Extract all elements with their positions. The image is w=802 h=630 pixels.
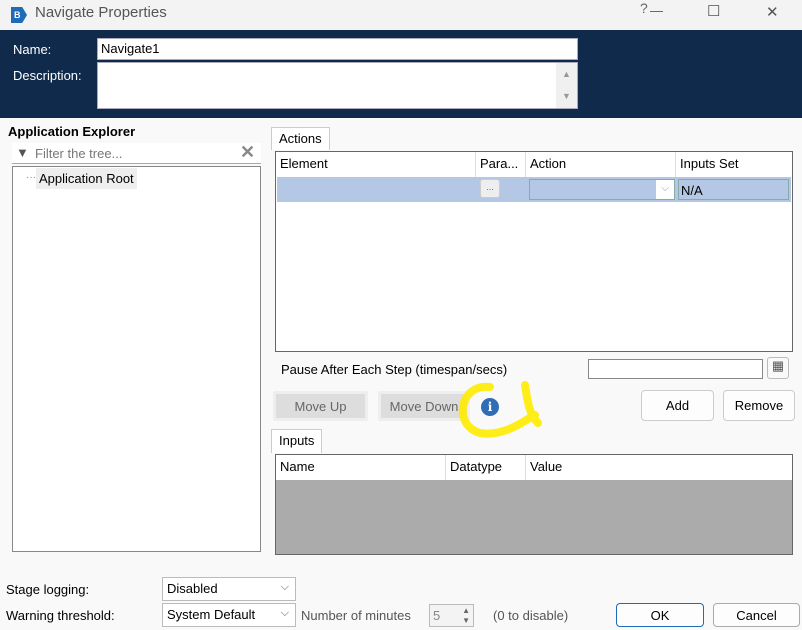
pause-input[interactable] [588, 359, 763, 379]
column-header-element[interactable]: Element [276, 152, 476, 177]
description-label: Description: [13, 68, 82, 83]
help-button[interactable]: ? [640, 0, 648, 16]
cancel-button[interactable]: Cancel [713, 603, 800, 627]
warning-threshold-label: Warning threshold: [6, 608, 115, 623]
chevron-down-icon: ⌵ [280, 581, 289, 593]
column-header-value[interactable]: Value [526, 455, 792, 480]
stage-logging-value: Disabled [167, 581, 218, 596]
column-header-action[interactable]: Action [526, 152, 676, 177]
window-title: Navigate Properties [35, 4, 167, 21]
calculator-icon[interactable]: ▦ [767, 357, 789, 379]
filter-icon: ▼ [16, 145, 29, 160]
maximize-button[interactable]: ☐ [707, 2, 720, 20]
column-header-name[interactable]: Name [276, 455, 446, 480]
tab-actions[interactable]: Actions [271, 127, 330, 150]
remove-button[interactable]: Remove [723, 390, 795, 421]
minutes-label: Number of minutes [301, 608, 411, 623]
params-button[interactable]: ... [480, 179, 500, 198]
application-tree[interactable]: ···· Application Root [12, 166, 261, 552]
minutes-value: 5 [433, 608, 441, 623]
header-panel: Name: Navigate1 Description: ▲ ▼ [0, 30, 802, 118]
explorer-title: Application Explorer [8, 124, 136, 139]
action-select[interactable] [529, 179, 675, 200]
tab-inputs[interactable]: Inputs [271, 429, 323, 453]
title-bar: B Navigate Properties ? — ☐ ✕ [0, 0, 802, 30]
filter-box[interactable]: ▼ Filter the tree... ✕ [12, 142, 261, 164]
column-header-datatype[interactable]: Datatype [446, 455, 526, 480]
filter-input[interactable]: Filter the tree... [35, 146, 122, 161]
clear-filter-icon[interactable]: ✕ [240, 142, 255, 163]
description-scrollbar[interactable]: ▲ ▼ [556, 63, 577, 108]
column-header-params[interactable]: Para... [476, 152, 526, 177]
ok-button[interactable]: OK [616, 603, 704, 627]
action-dropdown-chevron-icon[interactable]: ⌵ [656, 180, 674, 199]
name-input[interactable]: Navigate1 [97, 38, 578, 60]
inputs-set-value: N/A [678, 179, 789, 200]
stage-logging-select[interactable]: Disabled ⌵ [162, 577, 296, 601]
table-row[interactable]: ... ⌵ N/A [277, 177, 791, 202]
close-button[interactable]: ✕ [766, 3, 779, 21]
add-button[interactable]: Add [641, 390, 714, 421]
minutes-stepper[interactable]: 5 ▲ ▼ [429, 604, 474, 627]
chevron-down-icon: ⌵ [280, 607, 289, 619]
tree-item-application-root[interactable]: Application Root [36, 168, 137, 189]
inputs-table[interactable]: Name Datatype Value [275, 454, 793, 555]
app-icon: B [11, 7, 27, 23]
column-header-inputs-set[interactable]: Inputs Set [676, 152, 792, 177]
name-label: Name: [13, 42, 52, 57]
description-input[interactable] [97, 62, 578, 109]
actions-table[interactable]: Element Para... Action Inputs Set ... ⌵ … [275, 151, 793, 352]
warning-threshold-select[interactable]: System Default ⌵ [162, 603, 296, 627]
minimize-button[interactable]: — [650, 3, 663, 18]
stage-logging-label: Stage logging: [6, 582, 90, 597]
annotation-scribble [458, 381, 542, 438]
disable-hint: (0 to disable) [493, 608, 569, 623]
warning-threshold-value: System Default [167, 607, 256, 622]
move-up-button[interactable]: Move Up [273, 391, 368, 421]
stepper-arrows-icon[interactable]: ▲ ▼ [462, 606, 470, 626]
